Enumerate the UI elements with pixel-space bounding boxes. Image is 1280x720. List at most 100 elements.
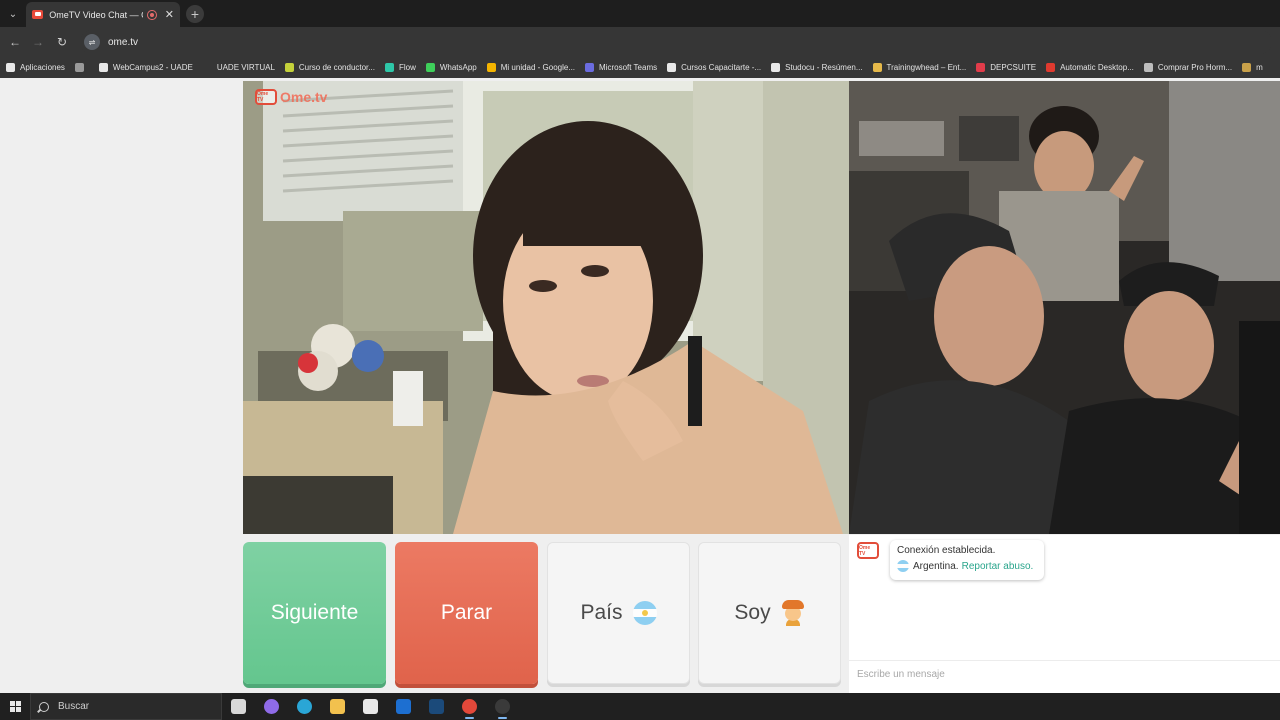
bookmark-label: Studocu - Resúmen... bbox=[785, 63, 863, 72]
country-button-label: País bbox=[580, 601, 623, 624]
windows-logo-icon bbox=[9, 701, 21, 712]
start-button[interactable] bbox=[0, 693, 30, 720]
steam-icon-glyph bbox=[429, 699, 444, 714]
recording-icon bbox=[147, 9, 157, 20]
bookmark-label: Microsoft Teams bbox=[599, 63, 658, 72]
bookmark-item[interactable] bbox=[74, 63, 89, 72]
reload-icon[interactable]: ↻ bbox=[53, 33, 71, 51]
bookmark-favicon-icon bbox=[98, 63, 108, 72]
bookmark-label: Automatic Desktop... bbox=[1060, 63, 1134, 72]
bookmark-favicon-icon bbox=[74, 63, 84, 72]
browser-toolbar: ← → ↻ ⇌ ome.tv bbox=[0, 27, 1280, 57]
bookmark-favicon-icon bbox=[667, 63, 677, 72]
bookmark-item[interactable]: m bbox=[1242, 63, 1263, 72]
tab-search-icon[interactable]: ⌄ bbox=[4, 5, 22, 23]
forward-icon[interactable]: → bbox=[29, 33, 47, 51]
file-explorer-icon[interactable] bbox=[321, 693, 354, 720]
task-view-icon[interactable] bbox=[222, 693, 255, 720]
bookmark-item[interactable]: UADE VIRTUAL bbox=[202, 63, 275, 72]
stop-button-label: Parar bbox=[440, 601, 493, 624]
bookmark-item[interactable]: DEPCSUITE bbox=[976, 63, 1036, 72]
bookmark-label: WebCampus2 - UADE bbox=[112, 63, 193, 72]
stop-button[interactable]: Parar bbox=[395, 542, 538, 684]
tab-close-icon[interactable]: ✕ bbox=[165, 8, 174, 21]
site-info-icon[interactable]: ⇌ bbox=[84, 34, 100, 50]
remote-video-scene bbox=[243, 81, 849, 534]
steam-icon[interactable] bbox=[420, 693, 453, 720]
edge-icon[interactable] bbox=[288, 693, 321, 720]
bookmark-favicon-icon bbox=[1242, 63, 1252, 72]
browser-tab[interactable]: OmeTV Video Chat — Ome ✕ bbox=[26, 2, 180, 27]
gender-button-label: Soy bbox=[734, 601, 771, 624]
bookmark-label: DEPCSUITE bbox=[990, 63, 1037, 72]
bookmark-label: m bbox=[1256, 63, 1263, 72]
tab-title: OmeTV Video Chat — Ome bbox=[49, 9, 143, 20]
bookmark-label: Trainingwhead – Ent... bbox=[886, 63, 967, 72]
bookmark-item[interactable]: Trainingwhead – Ent... bbox=[872, 63, 967, 72]
bookmark-item[interactable]: Cursos Capacitarte -... bbox=[667, 63, 761, 72]
local-video-scene bbox=[849, 81, 1280, 534]
chrome-icon[interactable] bbox=[453, 693, 486, 720]
bookmark-label: Cursos Capacitarte -... bbox=[681, 63, 762, 72]
bookmark-item[interactable]: Mi unidad - Google... bbox=[486, 63, 575, 72]
windows-taskbar: Buscar bbox=[0, 693, 1280, 720]
bookmark-item[interactable]: Studocu - Resúmen... bbox=[771, 63, 863, 72]
task-view-icon-glyph bbox=[231, 699, 246, 714]
ometv-logo: Ome TV Ome.tv bbox=[255, 89, 327, 105]
bookmark-label: Curso de conductor... bbox=[298, 63, 375, 72]
obs-icon-glyph bbox=[495, 699, 510, 714]
obs-icon[interactable] bbox=[486, 693, 519, 720]
bookmark-favicon-icon bbox=[585, 63, 595, 72]
bookmark-favicon-icon bbox=[1143, 63, 1153, 72]
bookmark-favicon-icon bbox=[6, 63, 15, 72]
bookmark-item[interactable]: WebCampus2 - UADE bbox=[98, 63, 193, 72]
taskbar-search[interactable]: Buscar bbox=[30, 693, 222, 720]
bookmark-favicon-icon bbox=[976, 63, 986, 72]
url-text: ome.tv bbox=[108, 36, 139, 48]
bookmark-favicon-icon bbox=[1046, 63, 1056, 72]
bookmark-favicon-icon bbox=[872, 63, 882, 72]
next-button-label: Siguiente bbox=[270, 601, 359, 624]
ometv-chat-logo-icon: Ome TV bbox=[857, 542, 879, 559]
search-icon bbox=[39, 701, 49, 712]
bookmark-favicon-icon bbox=[202, 63, 212, 72]
connection-status-text: Conexión establecida. bbox=[897, 545, 996, 556]
file-explorer-icon-glyph bbox=[330, 699, 345, 714]
back-icon[interactable]: ← bbox=[6, 33, 24, 51]
new-tab-button[interactable]: + bbox=[186, 5, 204, 23]
bookmark-item[interactable]: Comprar Pro Horm... bbox=[1143, 63, 1233, 72]
bookmark-favicon-icon bbox=[384, 63, 394, 72]
bookmark-label: Flow bbox=[398, 63, 416, 72]
bookmark-item[interactable]: Flow bbox=[384, 63, 416, 72]
bookmark-item[interactable]: Aplicaciones bbox=[6, 63, 65, 72]
bookmark-favicon-icon bbox=[284, 63, 294, 72]
tab-strip: ⌄ OmeTV Video Chat — Ome ✕ + bbox=[0, 0, 1280, 27]
store-icon[interactable] bbox=[354, 693, 387, 720]
gender-button[interactable]: Soy bbox=[698, 542, 841, 684]
partner-country-text: Argentina. bbox=[913, 560, 959, 572]
bookmark-label: WhatsApp bbox=[439, 63, 477, 72]
chrome-icon-glyph bbox=[462, 699, 477, 714]
argentina-flag-icon bbox=[632, 601, 657, 625]
argentina-flag-small-icon bbox=[897, 560, 909, 572]
bookmark-item[interactable]: WhatsApp bbox=[425, 63, 477, 72]
bookmark-label: Aplicaciones bbox=[20, 63, 65, 72]
bookmark-item[interactable]: Microsoft Teams bbox=[585, 63, 657, 72]
edge-icon-glyph bbox=[297, 699, 312, 714]
outlook-icon[interactable] bbox=[387, 693, 420, 720]
chat-message-input[interactable]: Escribe un mensaje bbox=[849, 660, 1280, 689]
local-video bbox=[849, 81, 1280, 534]
bookmark-item[interactable]: Automatic Desktop... bbox=[1046, 63, 1134, 72]
bookmark-label: Comprar Pro Horm... bbox=[1157, 63, 1233, 72]
boy-avatar-icon bbox=[781, 600, 805, 626]
report-abuse-link[interactable]: Reportar abuso. bbox=[962, 561, 1034, 572]
next-button[interactable]: Siguiente bbox=[243, 542, 386, 684]
country-button[interactable]: País bbox=[547, 542, 690, 684]
system-message: Conexión establecida. Argentina. Reporta… bbox=[890, 540, 1044, 580]
address-bar[interactable]: ⇌ ome.tv bbox=[80, 30, 1272, 54]
outlook-icon-glyph bbox=[396, 699, 411, 714]
bookmarks-bar: Aplicaciones WebCampus2 - UADE UADE VIRTUA… bbox=[0, 57, 1280, 78]
bookmark-favicon-icon bbox=[425, 63, 435, 72]
copilot-icon[interactable] bbox=[255, 693, 288, 720]
bookmark-item[interactable]: Curso de conductor... bbox=[284, 63, 375, 72]
